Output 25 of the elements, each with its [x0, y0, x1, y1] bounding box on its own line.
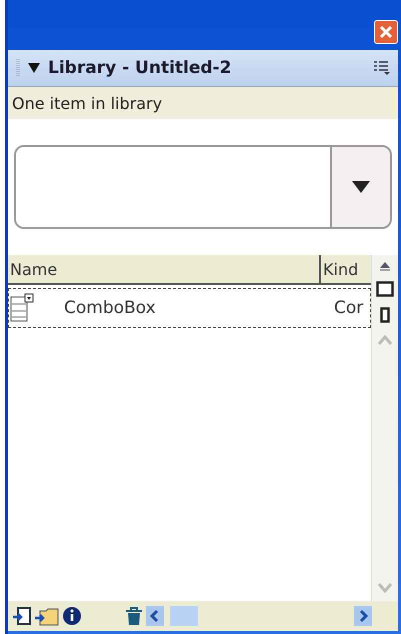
scroll-left-icon[interactable] — [146, 606, 164, 626]
vertical-scrollbar[interactable] — [371, 255, 398, 601]
options-menu-icon[interactable] — [374, 61, 390, 75]
scroll-thumb[interactable] — [170, 606, 198, 626]
item-count-text: One item in library — [8, 87, 398, 119]
new-symbol-icon[interactable] — [12, 606, 32, 626]
dropdown-arrow-icon — [352, 181, 370, 193]
scroll-right-icon[interactable] — [354, 606, 372, 626]
new-folder-icon[interactable] — [34, 606, 60, 626]
horizontal-scrollbar[interactable] — [146, 606, 372, 626]
panel-title: Library - Untitled-2 — [48, 58, 232, 78]
sort-arrow-icon[interactable] — [379, 261, 391, 271]
grip-icon[interactable] — [16, 59, 20, 77]
close-button[interactable] — [374, 20, 398, 44]
table-cell-text: Cor — [334, 298, 364, 318]
close-icon[interactable] — [379, 25, 393, 39]
column-header[interactable]: Kind — [321, 255, 371, 283]
table-cell-text: ComboBox — [63, 298, 157, 318]
library-row[interactable]: ComboBox Cor — [8, 288, 371, 328]
narrow-view-icon[interactable] — [380, 307, 390, 323]
trash-icon[interactable] — [124, 606, 144, 626]
info-icon[interactable] — [62, 606, 82, 626]
wide-view-icon[interactable] — [376, 281, 394, 297]
column-header[interactable]: Name — [8, 255, 321, 283]
collapse-arrow-icon[interactable] — [28, 63, 40, 73]
